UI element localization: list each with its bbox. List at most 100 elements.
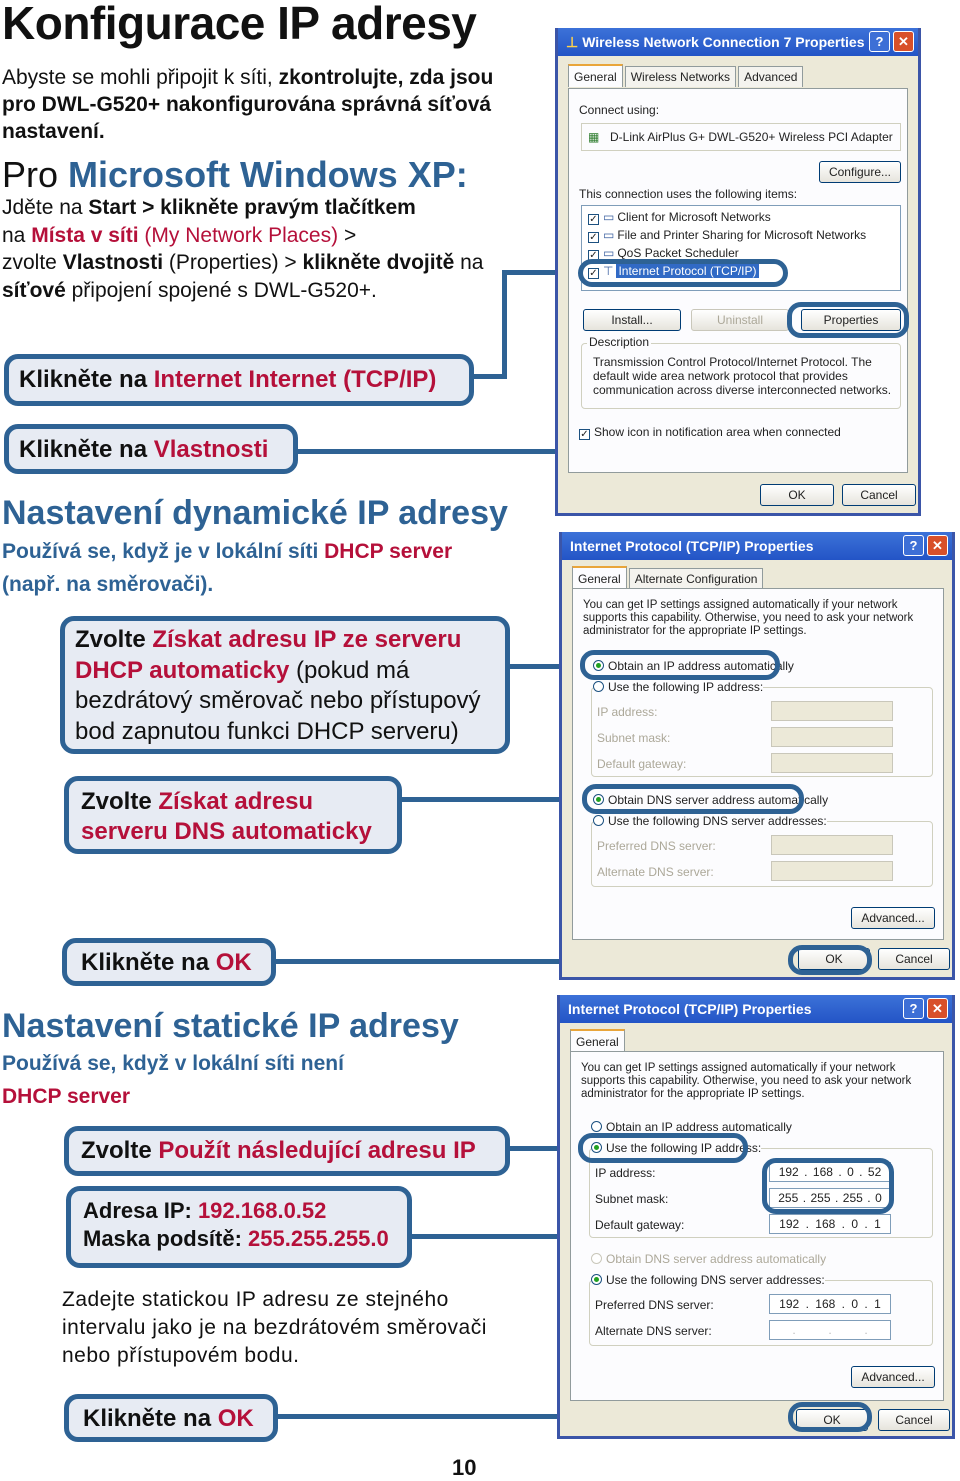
tab-advanced[interactable]: Advanced bbox=[738, 66, 804, 87]
callout-obtain-dns-auto: Zvolte Získat adresu serveru DNS automat… bbox=[64, 776, 402, 854]
computer-icon: ▭ bbox=[603, 246, 615, 260]
radio-obtain-ip[interactable] bbox=[591, 1121, 602, 1132]
callout-click-ok-1: Klikněte na OK bbox=[62, 938, 276, 986]
gw-octet-2: 168 bbox=[815, 1217, 836, 1231]
default-gateway-label: Default gateway: bbox=[597, 757, 687, 771]
close-button[interactable]: ✕ bbox=[927, 998, 948, 1019]
dialog3-intro: You can get IP settings assigned automat… bbox=[581, 1062, 912, 1100]
dialog1-title: Wireless Network Connection 7 Properties bbox=[582, 34, 865, 50]
use-ip-label: Use the following IP address: bbox=[608, 680, 764, 694]
default-gateway-field[interactable]: 192. 168. 0. 1 bbox=[769, 1214, 891, 1234]
dialog2-intro: You can get IP settings assigned automat… bbox=[583, 599, 914, 637]
install-button[interactable]: Install... bbox=[583, 309, 681, 331]
tab-alternate-configuration[interactable]: Alternate Configuration bbox=[628, 568, 764, 589]
preferred-dns-label: Preferred DNS server: bbox=[595, 1298, 714, 1312]
dynamic-ip-heading: Nastavení dynamické IP adresy bbox=[2, 494, 508, 532]
show-icon-label: Show icon in notification area when conn… bbox=[594, 425, 841, 439]
radio-use-dns[interactable] bbox=[591, 1274, 602, 1285]
preferred-dns-field[interactable]: 192. 168. 0. 1 bbox=[769, 1294, 891, 1314]
close-button[interactable]: ✕ bbox=[893, 31, 914, 52]
obtain-dns-label: Obtain DNS server address automatically bbox=[606, 1252, 827, 1266]
callout-use-following-ip: Zvolte Použít následující adresu IP bbox=[64, 1126, 510, 1176]
xp-s5: (My Network Places) bbox=[138, 223, 339, 247]
obtain-ip-auto-radio[interactable]: Obtain an IP address automatically bbox=[591, 1120, 792, 1134]
default-gateway-label: Default gateway: bbox=[595, 1218, 685, 1232]
connector-tcpip-v bbox=[502, 270, 507, 379]
use-ip-radio[interactable]: Use the following IP address: bbox=[593, 680, 764, 694]
item-client-label: Client for Microsoft Networks bbox=[617, 210, 771, 224]
xp-s1: Jděte na bbox=[2, 196, 89, 219]
obtain-dns-auto-radio[interactable]: Obtain DNS server address automatically bbox=[591, 1252, 826, 1266]
gw-octet-3: 0 bbox=[851, 1217, 859, 1231]
checkbox-file-sharing[interactable]: ✓ bbox=[588, 232, 599, 243]
advanced-button[interactable]: Advanced... bbox=[851, 907, 935, 929]
radio-use-dns[interactable] bbox=[593, 815, 604, 826]
static-sub-blue: Používá se, když v lokální síti není bbox=[2, 1052, 344, 1075]
callout-ok1-red: OK bbox=[215, 949, 252, 976]
items-label: This connection uses the following items… bbox=[579, 187, 798, 201]
subnet-mask-field[interactable] bbox=[771, 727, 893, 747]
dialog2-title: Internet Protocol (TCP/IP) Properties bbox=[570, 538, 814, 554]
xp-s11: na bbox=[454, 251, 484, 274]
list-item-file-printer-sharing[interactable]: ✓ ▭ File and Printer Sharing for Microsoft… bbox=[588, 228, 866, 243]
callout-static-ip-black: Zvolte bbox=[81, 1137, 159, 1164]
help-button[interactable]: ? bbox=[903, 998, 924, 1019]
ip-address-field[interactable] bbox=[771, 701, 893, 721]
configure-button[interactable]: Configure... bbox=[819, 161, 901, 183]
alternate-dns-field[interactable]: ... bbox=[769, 1320, 891, 1340]
description-label: Description bbox=[587, 335, 652, 349]
callout-ok2-red: OK bbox=[217, 1405, 254, 1432]
network-connection-icon: ⊥ bbox=[566, 34, 579, 50]
dialog3-cancel-button[interactable]: Cancel bbox=[878, 1409, 950, 1431]
tab-general[interactable]: General bbox=[568, 64, 623, 87]
adapter-box: ▦ D-Link AirPlus G+ DWL-G520+ Wireless P… bbox=[581, 123, 901, 151]
callout-properties-black: Klikněte na bbox=[19, 436, 154, 463]
uninstall-button[interactable]: Uninstall bbox=[691, 309, 789, 331]
use-dns-radio[interactable]: Use the following DNS server addresses: bbox=[591, 1273, 825, 1287]
show-icon-option[interactable]: ✓ Show icon in notification area when con… bbox=[579, 425, 841, 440]
gw-octet-1: 192 bbox=[779, 1217, 800, 1231]
preferred-dns-field[interactable] bbox=[771, 835, 893, 855]
default-gateway-field[interactable] bbox=[771, 753, 893, 773]
close-button[interactable]: ✕ bbox=[927, 535, 948, 556]
xp-heading-prefix: Pro bbox=[2, 154, 69, 195]
dns-octet-3: 0 bbox=[851, 1297, 859, 1311]
dialog1-ok-button[interactable]: OK bbox=[760, 484, 834, 506]
xp-s13: připojení spojené s DWL-G520+. bbox=[65, 278, 377, 302]
highlight-ip-fields bbox=[762, 1158, 894, 1214]
help-button[interactable]: ? bbox=[903, 535, 924, 556]
xp-s7: zvolte bbox=[2, 251, 63, 274]
address-ip-label: Adresa IP: bbox=[83, 1198, 198, 1223]
radio-use-ip[interactable] bbox=[593, 681, 604, 692]
callout-click-tcpip: Klikněte na Internet Internet (TCP/IP) bbox=[4, 354, 474, 406]
callout-address-values: Adresa IP: 192.168.0.52 Maska podsítě: 2… bbox=[66, 1186, 412, 1268]
tab-general[interactable]: General bbox=[570, 1029, 625, 1052]
radio-obtain-dns[interactable] bbox=[591, 1253, 602, 1264]
alternate-dns-field[interactable] bbox=[771, 861, 893, 881]
dynamic-sub-blue2: (např. na směrovači). bbox=[2, 573, 214, 596]
static-ip-note: Zadejte statickou IP adresu ze stejného … bbox=[62, 1288, 487, 1367]
dialog1-cancel-button[interactable]: Cancel bbox=[842, 484, 916, 506]
checkbox-client[interactable]: ✓ bbox=[588, 214, 599, 225]
connect-using-label: Connect using: bbox=[579, 103, 660, 117]
obtain-ip-label: Obtain an IP address automatically bbox=[606, 1120, 792, 1134]
xp-heading: Pro Microsoft Windows XP: bbox=[2, 154, 468, 196]
gw-octet-4: 1 bbox=[874, 1217, 881, 1231]
address-ip-value: 192.168.0.52 bbox=[197, 1198, 327, 1223]
description-text: Transmission Control Protocol/Internet P… bbox=[593, 355, 892, 397]
tab-general[interactable]: General bbox=[572, 566, 627, 589]
highlight-obtain-ip bbox=[580, 650, 780, 680]
dns-octet-4: 1 bbox=[874, 1297, 881, 1311]
list-item-client-ms-networks[interactable]: ✓ ▭ Client for Microsoft Networks bbox=[588, 210, 771, 225]
dialog2-cancel-button[interactable]: Cancel bbox=[878, 948, 950, 970]
advanced-button[interactable]: Advanced... bbox=[851, 1366, 935, 1388]
xp-s2: Start > klikněte pravým tlačítkem bbox=[88, 196, 416, 219]
callout-click-properties: Klikněte na Vlastnosti bbox=[4, 424, 298, 474]
use-dns-radio[interactable]: Use the following DNS server addresses: bbox=[593, 814, 827, 828]
highlight-properties-button bbox=[787, 302, 909, 338]
callout-click-ok-2: Klikněte na OK bbox=[64, 1394, 278, 1442]
tab-wireless-networks[interactable]: Wireless Networks bbox=[624, 66, 737, 87]
help-button[interactable]: ? bbox=[869, 31, 890, 52]
show-icon-checkbox[interactable]: ✓ bbox=[579, 429, 590, 440]
callout-tcpip-black: Klikněte na bbox=[19, 366, 154, 393]
